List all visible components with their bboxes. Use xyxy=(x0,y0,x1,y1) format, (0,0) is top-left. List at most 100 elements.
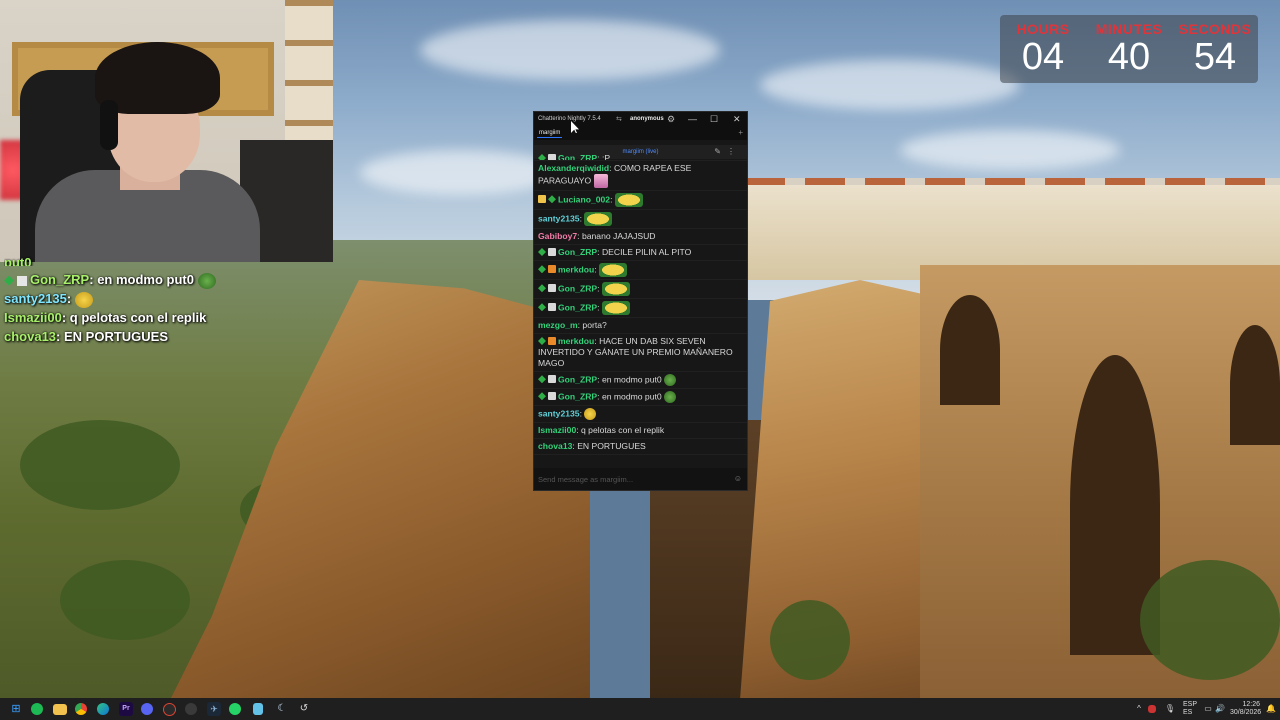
webcam-feed xyxy=(0,0,333,262)
chat-username[interactable]: chova13 xyxy=(538,441,572,451)
discord-icon[interactable] xyxy=(141,703,153,715)
edge-icon[interactable] xyxy=(97,703,109,715)
volume-icon[interactable]: 🔊 xyxy=(1213,702,1227,716)
chat-message: Gon_ZRP: xyxy=(534,280,747,299)
pickle-emote-icon xyxy=(664,374,677,386)
sub-badge-icon xyxy=(538,392,546,401)
chat-message: Gon_ZRP: en modmo put0 xyxy=(534,372,747,389)
notification-bell-icon[interactable]: 🔔 xyxy=(1264,702,1278,716)
sub-badge-icon xyxy=(538,265,546,274)
language-indicator[interactable]: ESP ES xyxy=(1183,701,1197,717)
sub-badge-icon xyxy=(538,337,546,345)
chat-messages[interactable]: Gon_ZRP: :P Alexanderqiwidid: COMO RAPEA… xyxy=(534,153,747,467)
mod-badge-icon xyxy=(548,392,556,401)
chatterino-window[interactable]: Chatterino Nightly 7.5.4 ⇆ anonymous ⚙ —… xyxy=(533,111,748,491)
mod-badge-icon xyxy=(548,248,556,256)
sub-badge-icon xyxy=(538,375,546,384)
chat-message: Ismazii00: q pelotas con el replik xyxy=(534,423,747,439)
message-input-placeholder[interactable]: Send message as margiim... xyxy=(538,475,633,484)
mod-badge-icon xyxy=(548,154,556,160)
chatterino-icon-2[interactable]: ☾ xyxy=(275,702,289,716)
chat-username[interactable]: Ismazii00 xyxy=(538,425,576,435)
timer-minutes-value: 40 xyxy=(1107,36,1151,78)
overlay-chat-user: Ismazii00 xyxy=(4,310,62,325)
trees xyxy=(770,600,850,680)
chat-text: porta? xyxy=(582,320,607,330)
windows-start-icon[interactable]: ⊞ xyxy=(9,702,23,716)
obs-icon[interactable] xyxy=(163,703,176,716)
timer-hours: HOURS 04 xyxy=(1000,15,1086,77)
chat-message: merkdou: HACE UN DAB SIX SEVEN INVERTIDO… xyxy=(534,334,747,372)
chat-username[interactable]: Gon_ZRP xyxy=(558,283,597,293)
webcam-headset xyxy=(100,100,118,150)
chat-text: en modmo put0 xyxy=(601,391,662,402)
chat-username[interactable]: merkdou xyxy=(558,336,594,346)
overlay-chat-text: EN PORTUGUES xyxy=(64,329,169,344)
close-icon[interactable]: ✕ xyxy=(733,114,741,125)
gear-icon[interactable]: ⚙ xyxy=(667,114,675,125)
sub-badge-icon xyxy=(538,248,546,256)
chat-username[interactable]: Gon_ZRP xyxy=(558,247,597,257)
account-name[interactable]: anonymous xyxy=(630,116,664,122)
whatsapp-icon[interactable] xyxy=(229,703,241,715)
chatterino-icon[interactable] xyxy=(185,703,197,715)
chat-username[interactable]: Gabiboy7 xyxy=(538,231,577,241)
trees xyxy=(20,420,180,510)
premiere-icon[interactable]: Pr xyxy=(119,702,133,716)
chat-username[interactable]: mezgo_m xyxy=(538,320,578,330)
overlay-chat-user: chova13 xyxy=(4,329,57,344)
overlay-chat-text: q pelotas con el replik xyxy=(69,310,207,325)
chat-message: Gon_ZRP: DECILE PILIN AL PITO xyxy=(534,245,747,261)
overlay-chat-text: put0 xyxy=(4,255,32,266)
mod-badge-icon xyxy=(17,275,27,286)
overlay-chat-user: santy2135 xyxy=(4,291,67,306)
mod-badge-icon xyxy=(548,375,556,384)
bridge-arch xyxy=(940,295,1000,405)
emote-icon xyxy=(593,174,608,188)
add-tab-icon[interactable]: + xyxy=(738,128,743,137)
maximize-icon[interactable]: ☐ xyxy=(710,114,718,125)
tray-app-icon[interactable] xyxy=(1148,705,1156,713)
steam-icon[interactable]: ✈ xyxy=(207,702,221,716)
chat-username[interactable]: Alexanderqiwidid xyxy=(538,163,609,173)
chat-username[interactable]: Luciano_002 xyxy=(558,194,610,204)
chat-message: mezgo_m: porta? xyxy=(534,318,747,334)
chrome-icon[interactable] xyxy=(75,703,87,715)
emote-picker-icon[interactable]: ☺ xyxy=(734,474,742,483)
chat-username[interactable]: santy2135 xyxy=(538,213,580,223)
minimize-icon[interactable]: — xyxy=(688,114,697,124)
trees xyxy=(60,560,190,640)
chat-username[interactable]: merkdou xyxy=(558,264,594,274)
chatterino-icon-3[interactable]: ↺ xyxy=(297,702,311,716)
timer-seconds-value: 54 xyxy=(1193,36,1237,78)
window-titlebar[interactable]: Chatterino Nightly 7.5.4 ⇆ anonymous ⚙ —… xyxy=(534,112,747,128)
trees xyxy=(1140,560,1280,680)
cloud xyxy=(900,130,1120,170)
chat-username[interactable]: Gon_ZRP xyxy=(558,153,597,160)
tab-margiim[interactable]: margiim xyxy=(537,129,563,138)
clock[interactable]: 12:26 30/8/2026 xyxy=(1230,701,1261,717)
stream-chat-overlay: put0 Gon_ZRP: en modmo put0 santy2135: I… xyxy=(4,254,234,347)
microphone-icon[interactable]: 🎙 xyxy=(1163,702,1177,716)
chat-text: DECILE PILIN AL PITO xyxy=(601,247,692,257)
windows-taskbar: ⊞ Pr ✈ ☾ ↺ ^ 🎙 ESP ES ▭ 🔊 12:26 30/8/202… xyxy=(0,698,1280,720)
user-switch-icon[interactable]: ⇆ xyxy=(616,115,624,123)
spotify-icon[interactable] xyxy=(31,703,43,715)
overlay-chat-line: Ismazii00: q pelotas con el replik xyxy=(4,310,207,325)
sub-badge-icon xyxy=(538,303,546,312)
chat-username[interactable]: Gon_ZRP xyxy=(558,391,597,401)
chat-username[interactable]: Gon_ZRP xyxy=(558,302,597,312)
notepad-icon[interactable] xyxy=(253,703,263,715)
chat-username[interactable]: Gon_ZRP xyxy=(558,374,597,384)
pickle-emote-icon xyxy=(197,272,216,289)
overlay-chat-line: put0 xyxy=(4,254,234,266)
tray-expand-icon[interactable]: ^ xyxy=(1132,702,1146,716)
message-input[interactable]: Send message as margiim... ☺ xyxy=(534,468,747,490)
chat-username[interactable]: santy2135 xyxy=(538,408,580,418)
overlay-chat-line: santy2135: xyxy=(4,290,234,308)
file-explorer-icon[interactable] xyxy=(53,704,67,715)
chat-message: santy2135: xyxy=(534,210,747,229)
chat-message: Gabiboy7: banano JAJAJSUD xyxy=(534,229,747,245)
overlay-chat-line: chova13: EN PORTUGUES xyxy=(4,329,169,344)
vip-badge-icon xyxy=(538,195,546,204)
